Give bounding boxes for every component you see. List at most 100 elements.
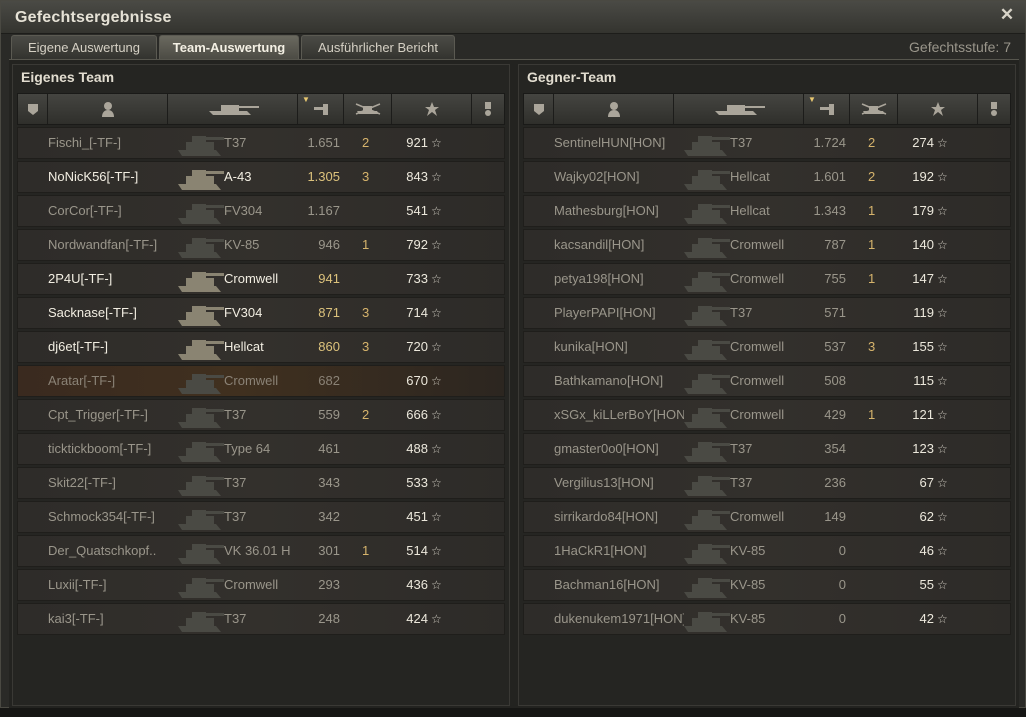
damage-value: 301 (318, 543, 340, 558)
player-row[interactable]: CorCor[-TF-] FV304 1.167 541 ☆ (17, 195, 505, 227)
results-content: Eigenes Team ▼ Fischi_[-TF-] T37 1.651 2… (9, 59, 1019, 710)
tab-ausfuehrlicher-bericht[interactable]: Ausführlicher Bericht (301, 35, 455, 59)
player-row[interactable]: Fischi_[-TF-] T37 1.651 2 921 ☆ (17, 127, 505, 159)
own-team-header: ▼ (17, 93, 505, 125)
player-row[interactable]: Cpt_Trigger[-TF-] T37 559 2 666 ☆ (17, 399, 505, 431)
player-row[interactable]: kai3[-TF-] T37 248 424 ☆ (17, 603, 505, 635)
xp-value: 733 (406, 271, 428, 286)
player-row[interactable]: NoNicK56[-TF-] A-43 1.305 3 843 ☆ (17, 161, 505, 193)
player-row[interactable]: gmaster0o0[HON] T37 354 123 ☆ (523, 433, 1011, 465)
player-name: 2P4U[-TF-] (48, 271, 113, 286)
star-icon: ☆ (431, 578, 442, 592)
player-row[interactable]: Der_Quatschkopf.. VK 36.01 H 301 1 514 ☆ (17, 535, 505, 567)
medal-icon[interactable] (472, 94, 504, 124)
damage-value: 1.305 (307, 169, 340, 184)
damage-value: 354 (824, 441, 846, 456)
kills-icon[interactable] (850, 94, 898, 124)
tank-image-icon (176, 536, 224, 566)
tank-image-icon (176, 502, 224, 532)
tank-image-icon (682, 434, 730, 464)
kills-value: 1 (362, 237, 370, 252)
kills-value: 3 (362, 169, 370, 184)
player-icon[interactable] (554, 94, 674, 124)
xp-value: 155 (912, 339, 934, 354)
kills-value (868, 604, 888, 634)
tank-image-icon (176, 298, 224, 328)
player-row[interactable]: Sacknase[-TF-] FV304 871 3 714 ☆ (17, 297, 505, 329)
player-name: CorCor[-TF-] (48, 203, 122, 218)
player-row[interactable]: petya198[HON] Cromwell 755 1 147 ☆ (523, 263, 1011, 295)
player-row[interactable]: Luxii[-TF-] Cromwell 293 436 ☆ (17, 569, 505, 601)
player-row[interactable]: PlayerPAPI[HON] T37 571 119 ☆ (523, 297, 1011, 329)
player-row[interactable]: SentinelHUN[HON] T37 1.724 2 274 ☆ (523, 127, 1011, 159)
damage-value: 946 (318, 237, 340, 252)
xp-value: 119 (913, 305, 934, 320)
player-name: Nordwandfan[-TF-] (48, 237, 158, 252)
damage-icon[interactable]: ▼ (298, 94, 344, 124)
player-row[interactable]: Mathesburg[HON] Hellcat 1.343 1 179 ☆ (523, 195, 1011, 227)
star-icon: ☆ (431, 510, 442, 524)
player-row[interactable]: sirrikardo84[HON] Cromwell 149 62 ☆ (523, 501, 1011, 533)
tank-image-icon (682, 604, 730, 634)
player-row[interactable]: kunika[HON] Cromwell 537 3 155 ☆ (523, 331, 1011, 363)
xp-value: 921 (406, 135, 428, 150)
kills-value (362, 570, 382, 600)
player-row[interactable]: Nordwandfan[-TF-] KV-85 946 1 792 ☆ (17, 229, 505, 261)
player-row[interactable]: Aratar[-TF-] Cromwell 682 670 ☆ (17, 365, 505, 397)
squad-icon[interactable] (524, 94, 554, 124)
kills-value: 1 (868, 203, 876, 218)
damage-value: 537 (824, 339, 846, 354)
player-name: SentinelHUN[HON] (554, 135, 666, 150)
player-row[interactable]: 2P4U[-TF-] Cromwell 941 733 ☆ (17, 263, 505, 295)
medal-icon[interactable] (978, 94, 1010, 124)
player-name: Der_Quatschkopf.. (48, 543, 157, 558)
xp-star-icon[interactable] (898, 94, 978, 124)
tank-icon[interactable] (168, 94, 298, 124)
player-row[interactable]: Wajky02[HON] Hellcat 1.601 2 192 ☆ (523, 161, 1011, 193)
tank-image-icon (682, 570, 730, 600)
tank-image-icon (682, 332, 730, 362)
player-name: dj6et[-TF-] (48, 339, 108, 354)
kills-icon[interactable] (344, 94, 392, 124)
xp-value: 666 (406, 407, 428, 422)
kills-value: 1 (362, 543, 370, 558)
damage-icon[interactable]: ▼ (804, 94, 850, 124)
xp-star-icon[interactable] (392, 94, 472, 124)
player-row[interactable]: dukenukem1971[HON] KV-85 0 42 ☆ (523, 603, 1011, 635)
tank-image-icon (176, 332, 224, 362)
damage-value: 149 (824, 509, 846, 524)
damage-value: 508 (824, 373, 846, 388)
player-row[interactable]: 1HaCkR1[HON] KV-85 0 46 ☆ (523, 535, 1011, 567)
player-row[interactable]: xSGx_kiLLerBoY[HON] Cromwell 429 1 121 ☆ (523, 399, 1011, 431)
player-name: Vergilius13[HON] (554, 475, 654, 490)
tank-image-icon (176, 400, 224, 430)
star-icon: ☆ (937, 340, 948, 354)
tab-team-auswertung[interactable]: Team-Auswertung (159, 35, 299, 59)
tab-eigene-auswertung[interactable]: Eigene Auswertung (11, 35, 157, 59)
squad-icon[interactable] (18, 94, 48, 124)
tank-image-icon (176, 230, 224, 260)
player-row[interactable]: Skit22[-TF-] T37 343 533 ☆ (17, 467, 505, 499)
tank-image-icon (176, 162, 224, 192)
player-icon[interactable] (48, 94, 168, 124)
kills-value: 3 (362, 305, 370, 320)
kills-value (362, 502, 382, 532)
player-name: dukenukem1971[HON] (554, 611, 684, 626)
tank-image-icon (176, 570, 224, 600)
close-icon[interactable]: ✕ (999, 6, 1015, 23)
xp-value: 488 (406, 441, 428, 456)
player-row[interactable]: dj6et[-TF-] Hellcat 860 3 720 ☆ (17, 331, 505, 363)
tank-image-icon (176, 604, 224, 634)
enemy-team-list: SentinelHUN[HON] T37 1.724 2 274 ☆ Wajky02[HON… (523, 127, 1011, 637)
kills-value (362, 264, 382, 294)
player-row[interactable]: Schmock354[-TF-] T37 342 451 ☆ (17, 501, 505, 533)
player-row[interactable]: Bachman16[HON] KV-85 0 55 ☆ (523, 569, 1011, 601)
player-row[interactable]: Bathkamano[HON] Cromwell 508 115 ☆ (523, 365, 1011, 397)
xp-value: 55 (919, 577, 934, 592)
kills-value: 1 (868, 237, 876, 252)
player-row[interactable]: Vergilius13[HON] T37 236 67 ☆ (523, 467, 1011, 499)
tank-icon[interactable] (674, 94, 804, 124)
tank-image-icon (682, 366, 730, 396)
player-row[interactable]: kacsandil[HON] Cromwell 787 1 140 ☆ (523, 229, 1011, 261)
player-row[interactable]: ticktickboom[-TF-] Type 64 461 488 ☆ (17, 433, 505, 465)
